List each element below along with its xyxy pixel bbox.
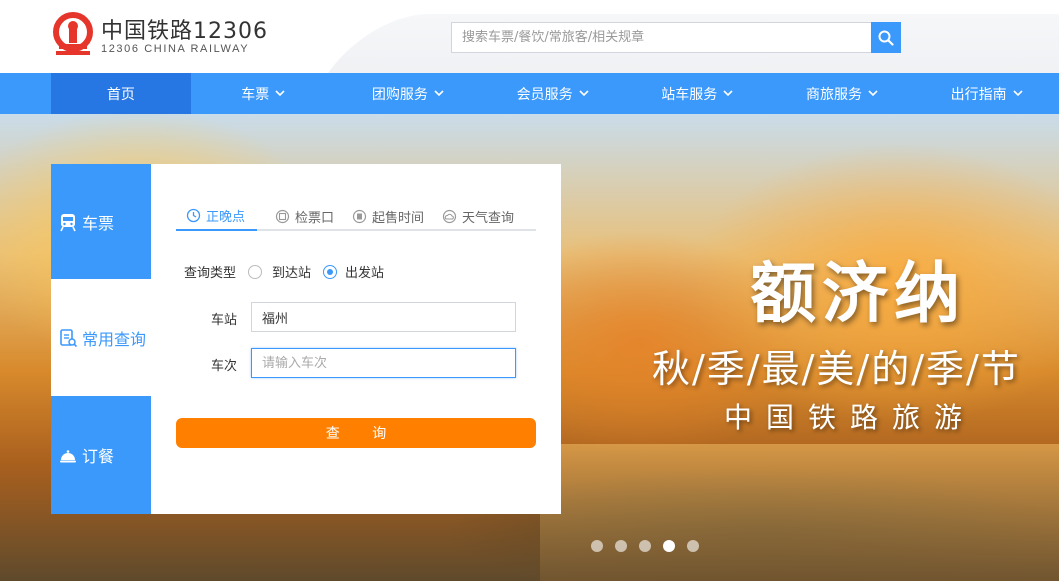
- side-tab-label: 常用查询: [82, 329, 147, 349]
- query-list-icon: [60, 328, 78, 347]
- side-tab-common-query[interactable]: 常用查询: [51, 279, 151, 396]
- ticket-gate-icon: [275, 209, 290, 223]
- main-nav: 首页 车票 团购服务 会员服务 站车服务 商旅服务 出行指南: [0, 73, 1059, 114]
- nav-item-label: 出行指南: [950, 86, 1007, 103]
- brand-name-cn: 中国铁路12306: [101, 19, 268, 44]
- nav-item-label: 站车服务: [661, 86, 718, 103]
- carousel-dots: [591, 540, 699, 552]
- radio-departure-station[interactable]: [323, 264, 338, 279]
- side-tab-tickets[interactable]: 车票: [51, 164, 151, 279]
- side-tab-meal-order[interactable]: 订餐: [51, 396, 151, 514]
- carousel-dot-active[interactable]: [663, 540, 675, 552]
- tab-label: 天气查询: [462, 210, 515, 226]
- carousel-dot[interactable]: [591, 540, 603, 552]
- side-tab-label: 车票: [82, 213, 115, 233]
- radio-label: 出发站: [345, 266, 385, 281]
- train-number-label: 车次: [211, 359, 238, 374]
- nav-item-member-service[interactable]: 会员服务: [480, 73, 625, 114]
- nav-item-label: 首页: [106, 86, 135, 103]
- brand-name-en: 12306 CHINA RAILWAY: [101, 43, 250, 55]
- chevron-down-icon: [723, 90, 733, 97]
- tab-label: 起售时间: [372, 210, 425, 226]
- nav-item-label: 商旅服务: [805, 86, 862, 103]
- nav-item-home[interactable]: 首页: [51, 73, 191, 114]
- sale-time-icon: [352, 209, 367, 223]
- nav-item-label: 团购服务: [371, 86, 428, 103]
- tab-ticket-gate[interactable]: 检票口: [275, 201, 334, 231]
- header: 中国铁路12306 12306 CHINA RAILWAY: [0, 0, 1059, 73]
- nav-item-station-service[interactable]: 站车服务: [625, 73, 770, 114]
- food-cover-icon: [60, 450, 76, 463]
- banner-tagline: 中国铁路旅游: [724, 401, 977, 434]
- search-button[interactable]: [871, 22, 901, 53]
- query-type-label: 查询类型: [184, 266, 237, 281]
- query-tabs: 正晚点 检票口 起售时间 天气查询: [176, 201, 536, 231]
- chevron-down-icon: [868, 90, 878, 97]
- chevron-down-icon: [579, 90, 589, 97]
- radio-label: 到达站: [272, 266, 312, 281]
- banner-lake-reflection: [540, 444, 1059, 581]
- carousel-dot[interactable]: [639, 540, 651, 552]
- carousel-dot[interactable]: [687, 540, 699, 552]
- query-panel: 车票 常用查询 订餐 正晚点 检票口 起售时间 天气查询 查询类型 到达站 出发…: [51, 164, 561, 514]
- tab-on-time[interactable]: 正晚点: [176, 201, 258, 231]
- nav-item-label: 会员服务: [516, 86, 573, 103]
- banner-subtitle: 秋/季/最/美/的/季/节: [652, 347, 1021, 391]
- search-bar: [451, 22, 901, 53]
- nav-item-tickets[interactable]: 车票: [191, 73, 336, 114]
- nav-item-business-travel[interactable]: 商旅服务: [770, 73, 915, 114]
- nav-item-travel-guide[interactable]: 出行指南: [914, 73, 1059, 114]
- railway-logo-icon[interactable]: [50, 11, 96, 57]
- nav-item-group-service[interactable]: 团购服务: [336, 73, 481, 114]
- tab-label: 正晚点: [206, 209, 246, 225]
- station-label: 车站: [211, 313, 238, 328]
- weather-icon: [442, 209, 457, 223]
- train-icon: [60, 213, 76, 231]
- carousel-dot[interactable]: [615, 540, 627, 552]
- train-number-input[interactable]: [251, 348, 516, 378]
- search-input[interactable]: [451, 22, 871, 53]
- chevron-down-icon: [275, 90, 285, 97]
- tab-sale-time[interactable]: 起售时间: [352, 201, 424, 231]
- nav-item-label: 车票: [241, 86, 270, 103]
- query-type-row: 查询类型 到达站 出发站: [184, 262, 384, 281]
- query-content: 正晚点 检票口 起售时间 天气查询 查询类型 到达站 出发站 车站 福州 车次 …: [151, 164, 561, 514]
- radio-arrival-station[interactable]: [248, 264, 263, 279]
- chevron-down-icon: [434, 90, 444, 97]
- station-input[interactable]: [251, 302, 516, 332]
- search-icon: [878, 30, 894, 46]
- query-button[interactable]: 查 询: [176, 418, 536, 448]
- tab-weather[interactable]: 天气查询: [442, 201, 514, 231]
- side-tab-label: 订餐: [82, 447, 115, 466]
- banner-title: 额济纳: [750, 254, 966, 332]
- chevron-down-icon: [1013, 90, 1023, 97]
- clock-icon: [186, 208, 201, 222]
- tab-label: 检票口: [295, 210, 335, 226]
